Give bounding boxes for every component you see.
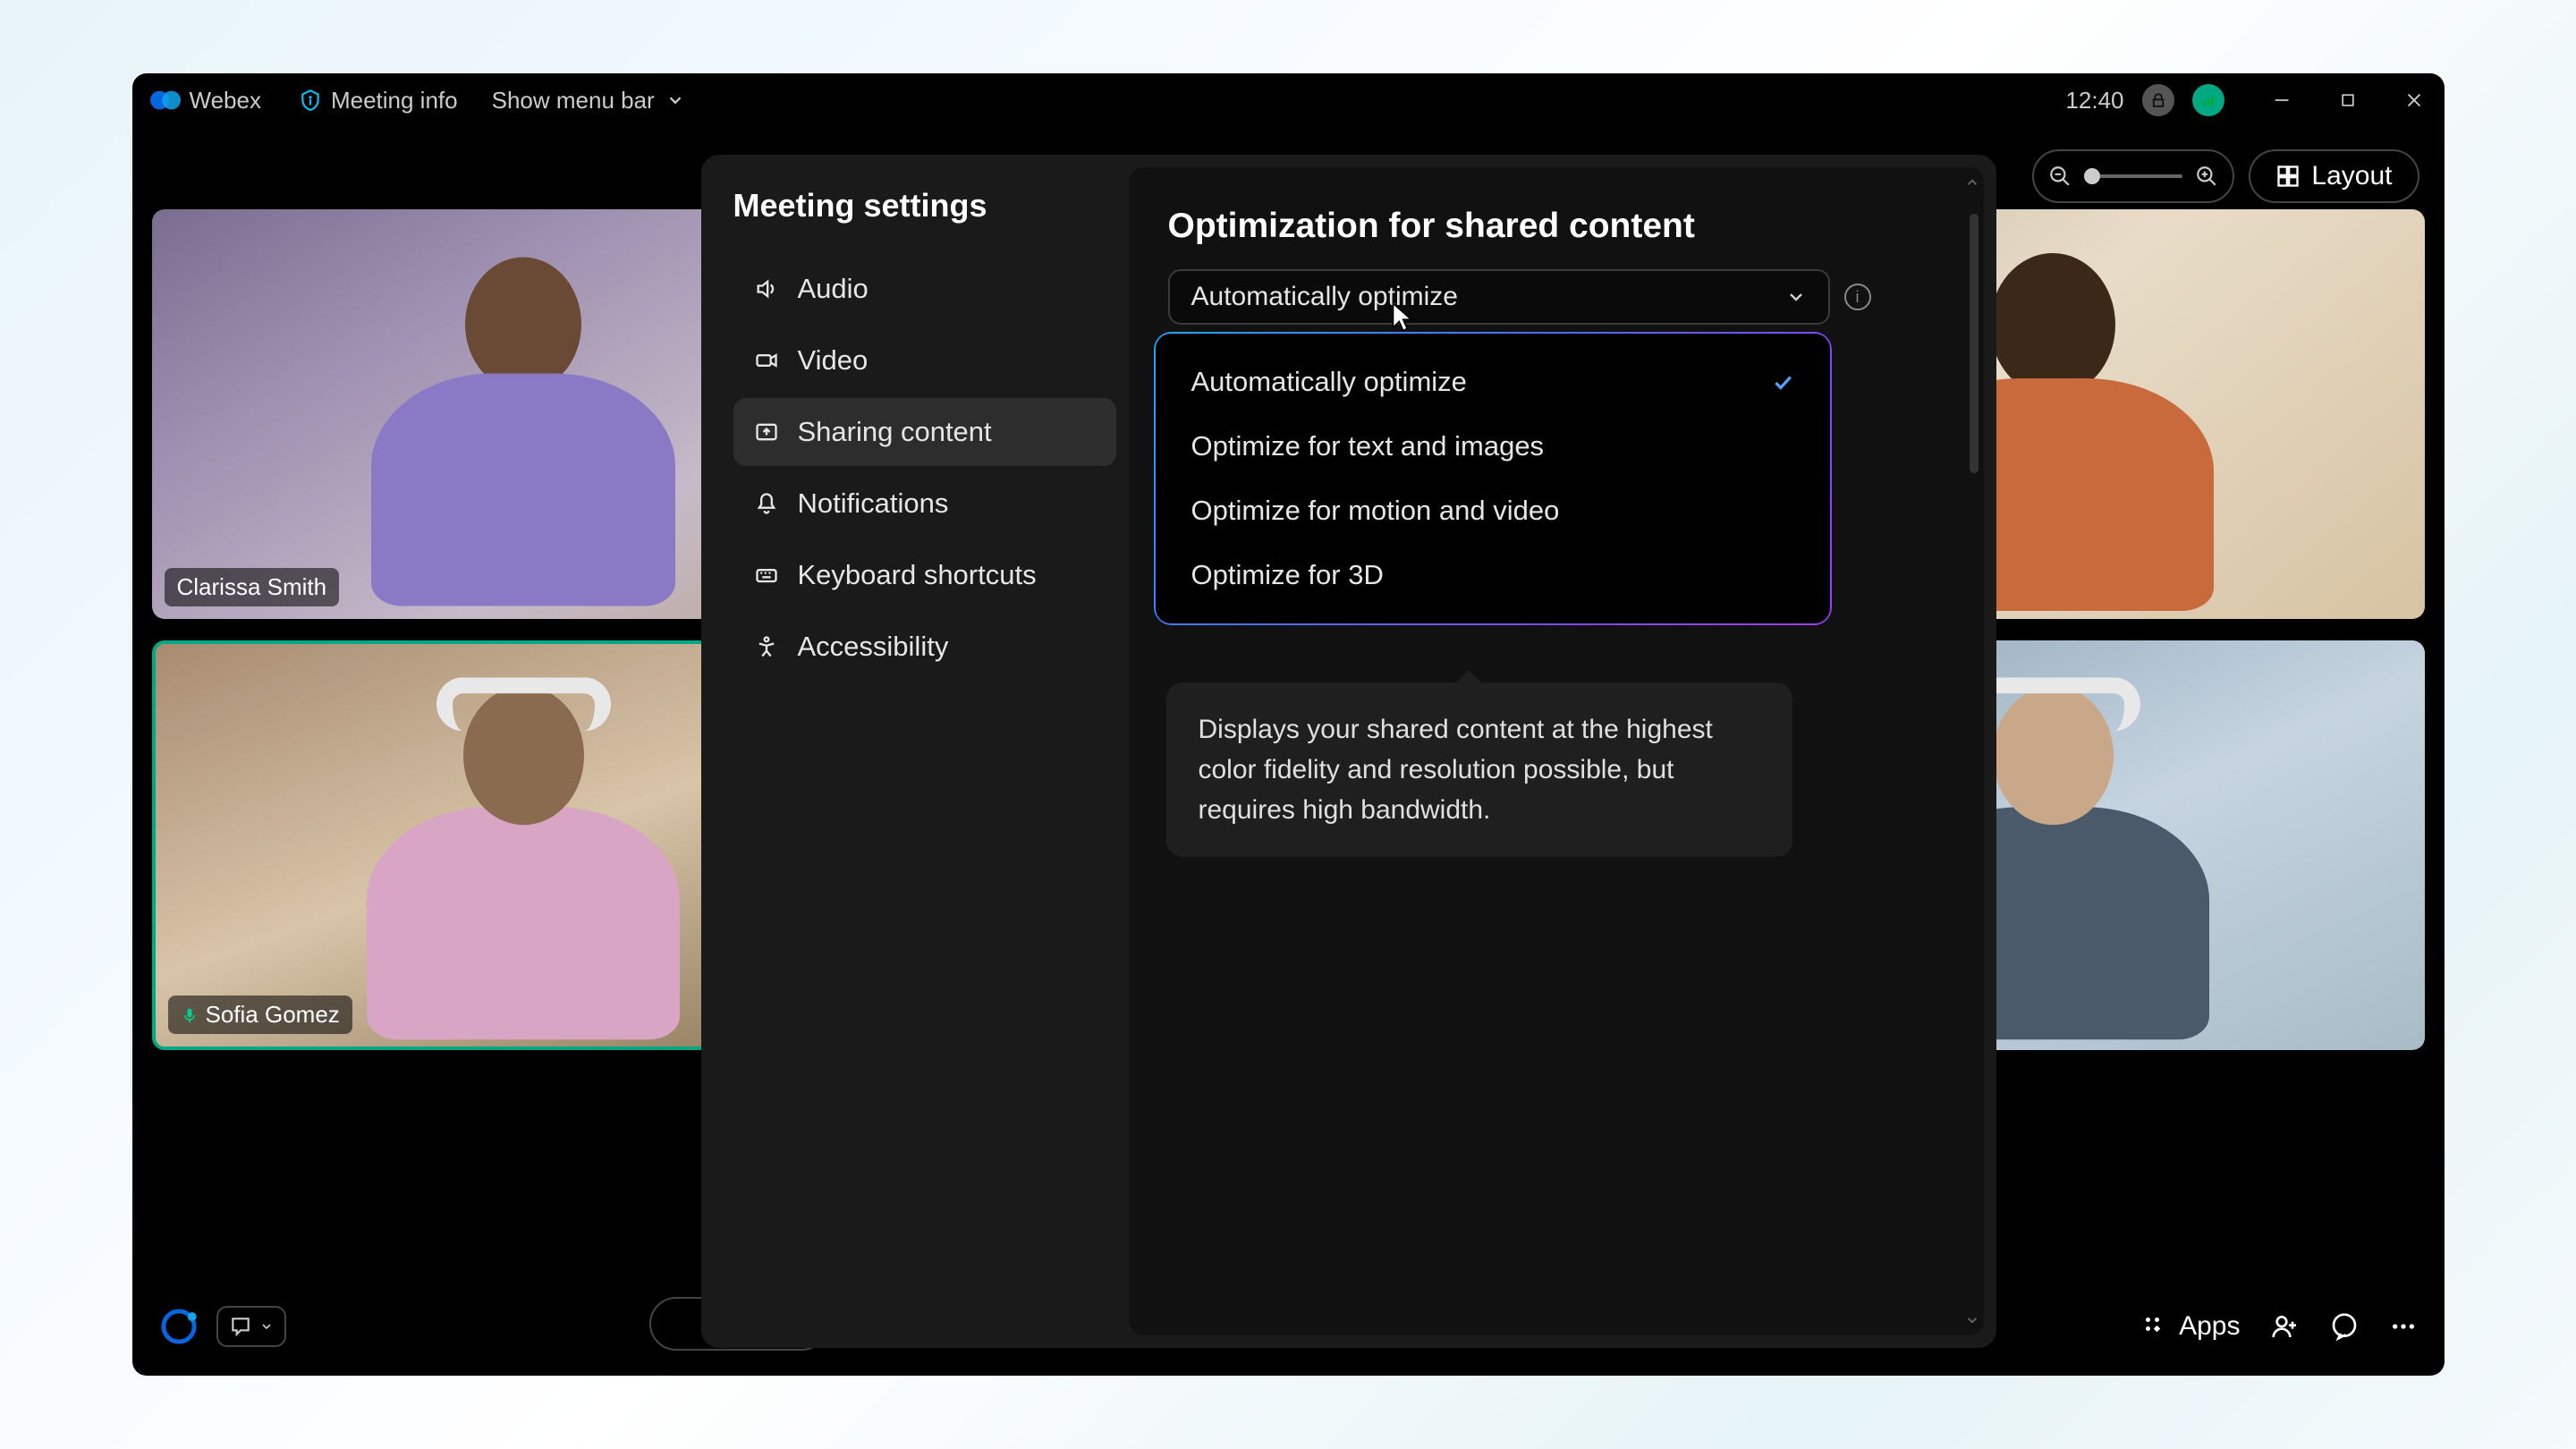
zoom-control[interactable] [2032,149,2234,203]
zoom-slider[interactable] [2084,174,2182,178]
app-name: Webex [190,87,261,114]
meeting-info-button[interactable]: Meeting info [299,87,458,114]
scroll-down-arrow[interactable] [1964,1312,1980,1328]
titlebar-right: 12:40 [2065,84,2426,116]
chat-button[interactable] [216,1306,286,1347]
info-shield-icon [299,89,322,112]
webex-logo-icon [150,85,181,115]
chat-bubble-icon[interactable] [2330,1312,2359,1341]
grid-icon [2275,164,2301,189]
nav-keyboard-shortcuts[interactable]: Keyboard shortcuts [733,541,1116,609]
chevron-down-icon [1785,286,1807,308]
meeting-settings-modal: Meeting settings Audio Video Sharing con… [701,155,1996,1348]
titlebar: Webex Meeting info Show menu bar 12:40 [132,73,2445,127]
option-auto-optimize[interactable]: Automatically optimize [1156,350,1830,414]
settings-sidebar: Meeting settings Audio Video Sharing con… [701,155,1129,1348]
layout-label: Layout [2311,161,2392,191]
keyboard-icon [753,562,780,589]
participants-icon[interactable] [2271,1312,2300,1341]
clock: 12:40 [2065,87,2123,114]
show-menu-bar-button[interactable]: Show menu bar [492,87,685,114]
apps-grid-icon [2141,1313,2168,1340]
close-window-button[interactable] [2402,88,2427,113]
option-motion-video[interactable]: Optimize for motion and video [1156,479,1830,543]
chevron-down-icon [259,1319,274,1334]
webex-logo-group: Webex [150,85,261,115]
option-3d[interactable]: Optimize for 3D [1156,543,1830,607]
scrollbar-thumb[interactable] [1970,214,1979,473]
meeting-info-label: Meeting info [331,87,458,114]
bell-icon [753,490,780,517]
modal-title: Meeting settings [733,187,1116,225]
more-icon[interactable] [2389,1312,2418,1341]
layout-button[interactable]: Layout [2249,149,2419,203]
brand-mark-icon[interactable] [159,1307,199,1346]
network-status-icon[interactable] [2192,84,2224,116]
show-menu-label: Show menu bar [492,87,655,114]
chat-icon [229,1315,252,1338]
optimization-select[interactable]: Automatically optimize [1168,269,1830,325]
check-icon [1771,370,1794,394]
zoom-in-icon[interactable] [2195,165,2218,188]
nav-sharing-content[interactable]: Sharing content [733,398,1116,466]
nav-video[interactable]: Video [733,326,1116,394]
window-controls [2269,88,2427,113]
camera-icon [753,347,780,374]
lock-icon[interactable] [2142,84,2174,116]
share-screen-icon [753,419,780,445]
mouse-cursor [1389,301,1421,334]
minimize-button[interactable] [2269,88,2294,113]
speaker-icon [753,275,780,302]
chevron-down-icon [665,90,685,110]
accessibility-icon [753,633,780,660]
optimization-dropdown: Automatically optimize Optimize for text… [1154,332,1832,625]
scroll-up-arrow[interactable] [1964,174,1980,191]
mic-icon [181,1006,199,1024]
apps-button[interactable]: Apps [2141,1311,2240,1342]
section-title: Optimization for shared content [1168,207,1945,246]
option-tooltip: Displays your shared content at the high… [1166,682,1792,857]
apps-label: Apps [2179,1311,2240,1342]
nav-accessibility[interactable]: Accessibility [733,613,1116,681]
nav-notifications[interactable]: Notifications [733,470,1116,538]
zoom-out-icon[interactable] [2048,165,2072,188]
settings-content-panel: Optimization for shared content Automati… [1129,167,1984,1335]
info-icon[interactable]: i [1844,284,1871,310]
app-window: Webex Meeting info Show menu bar 12:40 [132,73,2445,1376]
maximize-button[interactable] [2335,88,2360,113]
participant-name-label: Clarissa Smith [165,568,340,606]
option-text-images[interactable]: Optimize for text and images [1156,414,1830,479]
nav-audio[interactable]: Audio [733,255,1116,323]
participant-name-label: Sofia Gomez [168,996,352,1034]
